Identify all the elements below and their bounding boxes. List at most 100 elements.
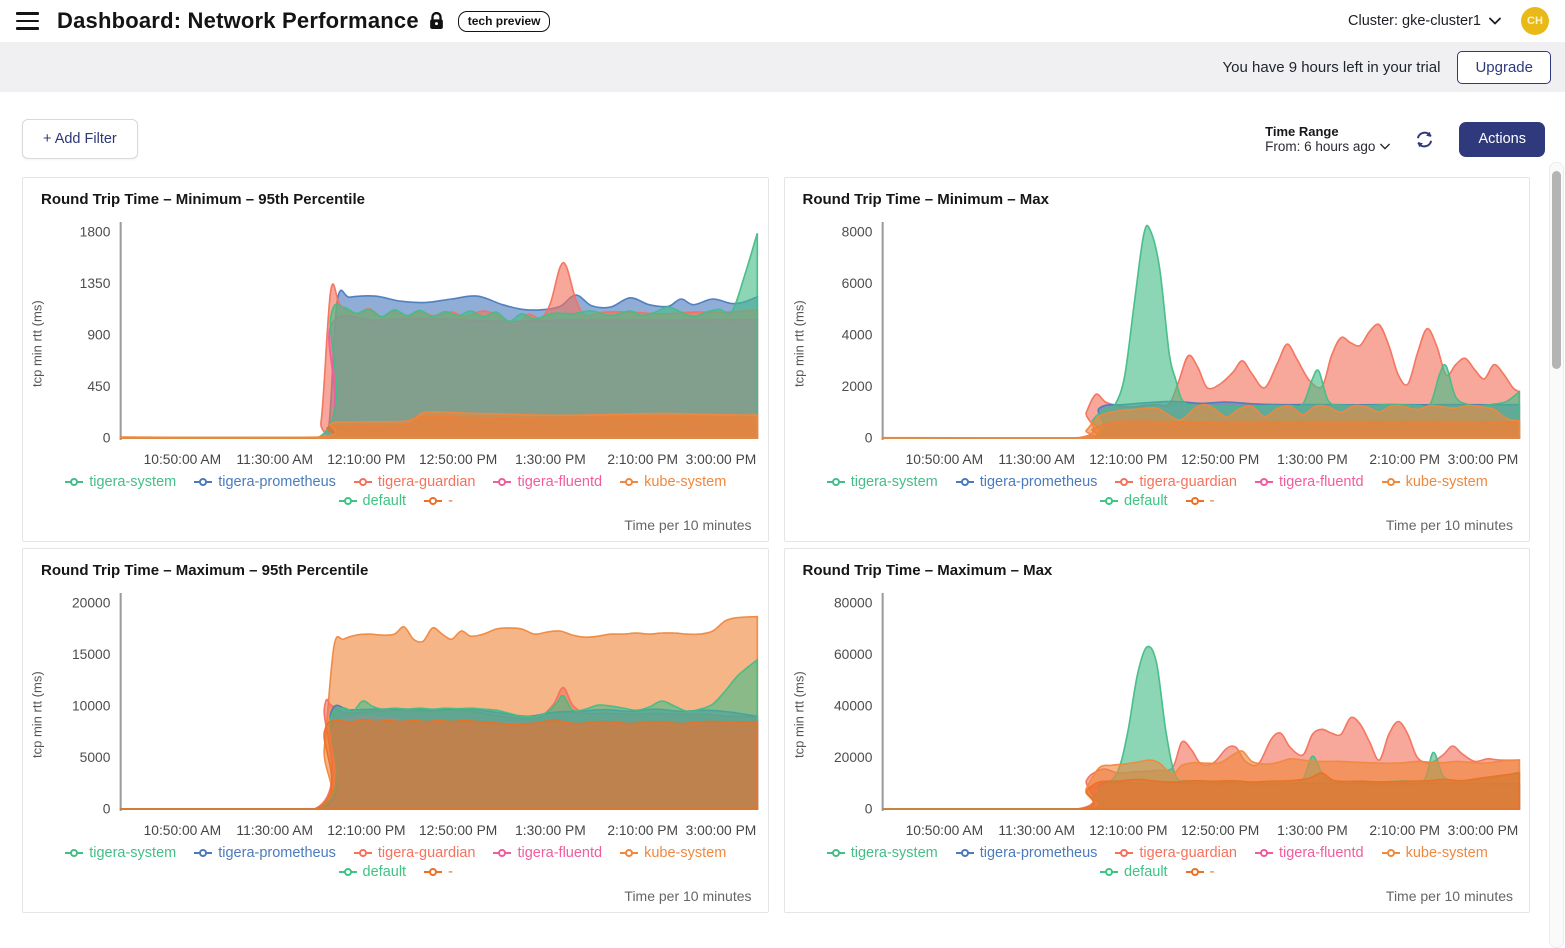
svg-text:0: 0 [864, 802, 872, 817]
legend-item-tigera-fluentd[interactable]: tigera-fluentd [492, 474, 602, 490]
page-title: Dashboard: Network Performance [57, 8, 419, 34]
svg-text:12:10:00 PM: 12:10:00 PM [1089, 452, 1167, 467]
legend-label: tigera-fluentd [1279, 474, 1364, 490]
legend-item-tigera-fluentd[interactable]: tigera-fluentd [492, 845, 602, 861]
legend-item-default[interactable]: default [1099, 493, 1168, 509]
series-marker-icon [492, 847, 512, 859]
legend-item-tigera-fluentd[interactable]: tigera-fluentd [1254, 474, 1364, 490]
svg-text:3:00:00 PM: 3:00:00 PM [1447, 452, 1518, 467]
legend-label: kube-system [1406, 474, 1488, 490]
legend-item-tigera-system[interactable]: tigera-system [826, 845, 938, 861]
legend-item-tigera-system[interactable]: tigera-system [64, 845, 176, 861]
chart-card-min-max: Round Trip Time – Minimum – Max tcp min … [784, 177, 1531, 542]
time-range-value: From: 6 hours ago [1265, 139, 1375, 154]
legend-item-dash[interactable]: - [423, 864, 453, 880]
legend-item-tigera-prometheus[interactable]: tigera-prometheus [955, 474, 1098, 490]
legend-item-default[interactable]: default [338, 864, 407, 880]
series-marker-icon [1099, 866, 1119, 878]
series-marker-icon [338, 866, 358, 878]
chevron-down-icon [1380, 143, 1390, 150]
legend-item-tigera-system[interactable]: tigera-system [64, 474, 176, 490]
legend: tigera-system tigera-prometheus tigera-gua… [787, 845, 1528, 880]
legend-item-kube-system[interactable]: kube-system [1381, 474, 1488, 490]
x-axis-caption: Time per 10 minutes [787, 888, 1528, 904]
filters-toolbar: + Add Filter Time Range From: 6 hours ag… [0, 92, 1565, 159]
area-chart: 0500010000150002000010:50:00 AM11:30:00 … [49, 589, 766, 841]
svg-text:10:50:00 AM: 10:50:00 AM [905, 823, 983, 838]
legend-item-tigera-fluentd[interactable]: tigera-fluentd [1254, 845, 1364, 861]
legend-label: default [1124, 493, 1168, 509]
legend-label: tigera-guardian [378, 845, 476, 861]
series-marker-icon [1185, 495, 1205, 507]
upgrade-button[interactable]: Upgrade [1457, 51, 1551, 84]
svg-text:20000: 20000 [833, 750, 872, 765]
actions-button[interactable]: Actions [1459, 122, 1545, 157]
legend-item-default[interactable]: default [338, 493, 407, 509]
legend-item-tigera-guardian[interactable]: tigera-guardian [1114, 474, 1237, 490]
svg-text:1:30:00 PM: 1:30:00 PM [1277, 823, 1348, 838]
time-range-selector[interactable]: Time Range From: 6 hours ago [1265, 124, 1390, 154]
legend-item-default[interactable]: default [1099, 864, 1168, 880]
svg-text:2:10:00 PM: 2:10:00 PM [1369, 823, 1440, 838]
legend-label: tigera-prometheus [980, 845, 1098, 861]
legend-label: - [1210, 493, 1215, 509]
svg-text:1:30:00 PM: 1:30:00 PM [515, 452, 586, 467]
cluster-selector[interactable]: Cluster: gke-cluster1 [1348, 13, 1501, 29]
legend-item-kube-system[interactable]: kube-system [619, 474, 726, 490]
legend-item-tigera-prometheus[interactable]: tigera-prometheus [955, 845, 1098, 861]
series-marker-icon [423, 495, 443, 507]
svg-text:11:30:00 AM: 11:30:00 AM [998, 452, 1075, 467]
svg-text:20000: 20000 [72, 596, 111, 611]
avatar[interactable]: CH [1521, 7, 1549, 35]
svg-text:1350: 1350 [80, 276, 111, 291]
legend-item-tigera-guardian[interactable]: tigera-guardian [353, 474, 476, 490]
scrollbar[interactable] [1549, 162, 1564, 948]
svg-text:12:50:00 PM: 12:50:00 PM [419, 452, 497, 467]
svg-text:2:10:00 PM: 2:10:00 PM [1369, 452, 1440, 467]
menu-icon[interactable] [16, 12, 39, 29]
series-marker-icon [1381, 847, 1401, 859]
legend-item-tigera-prometheus[interactable]: tigera-prometheus [193, 474, 336, 490]
add-filter-button[interactable]: + Add Filter [22, 119, 138, 159]
legend-label: kube-system [1406, 845, 1488, 861]
legend-item-dash[interactable]: - [423, 493, 453, 509]
legend-item-tigera-guardian[interactable]: tigera-guardian [353, 845, 476, 861]
legend-item-dash[interactable]: - [1185, 864, 1215, 880]
trial-banner: You have 9 hours left in your trial Upgr… [0, 42, 1565, 92]
chart-title: Round Trip Time – Maximum – Max [803, 562, 1528, 579]
area-chart: 04509001350180010:50:00 AM11:30:00 AM12:… [49, 218, 766, 470]
series-marker-icon [193, 476, 213, 488]
legend-label: tigera-system [851, 474, 938, 490]
legend-label: tigera-system [851, 845, 938, 861]
legend-label: tigera-fluentd [517, 845, 602, 861]
legend-label: default [363, 864, 407, 880]
scrollbar-thumb[interactable] [1552, 171, 1561, 369]
legend: tigera-system tigera-prometheus tigera-gua… [787, 474, 1528, 509]
y-axis-label: tcp min rtt (ms) [25, 218, 49, 470]
svg-text:11:30:00 AM: 11:30:00 AM [998, 823, 1075, 838]
svg-text:3:00:00 PM: 3:00:00 PM [686, 452, 757, 467]
chevron-down-icon [1489, 17, 1501, 25]
svg-text:11:30:00 AM: 11:30:00 AM [236, 823, 313, 838]
legend-item-dash[interactable]: - [1185, 493, 1215, 509]
refresh-icon[interactable] [1414, 129, 1435, 150]
series-marker-icon [64, 847, 84, 859]
svg-text:3:00:00 PM: 3:00:00 PM [686, 823, 757, 838]
series-marker-icon [619, 847, 639, 859]
series-marker-icon [619, 476, 639, 488]
legend-item-tigera-prometheus[interactable]: tigera-prometheus [193, 845, 336, 861]
series-marker-icon [1254, 476, 1274, 488]
chart-title: Round Trip Time – Minimum – Max [803, 191, 1528, 208]
svg-text:10:50:00 AM: 10:50:00 AM [144, 452, 222, 467]
legend-item-kube-system[interactable]: kube-system [1381, 845, 1488, 861]
svg-text:1800: 1800 [80, 225, 111, 240]
series-marker-icon [64, 476, 84, 488]
legend-item-tigera-system[interactable]: tigera-system [826, 474, 938, 490]
series-marker-icon [1099, 495, 1119, 507]
svg-text:2:10:00 PM: 2:10:00 PM [607, 823, 678, 838]
legend-item-tigera-guardian[interactable]: tigera-guardian [1114, 845, 1237, 861]
svg-text:10:50:00 AM: 10:50:00 AM [144, 823, 222, 838]
legend-item-kube-system[interactable]: kube-system [619, 845, 726, 861]
legend-label: tigera-system [89, 845, 176, 861]
svg-text:12:10:00 PM: 12:10:00 PM [1089, 823, 1167, 838]
